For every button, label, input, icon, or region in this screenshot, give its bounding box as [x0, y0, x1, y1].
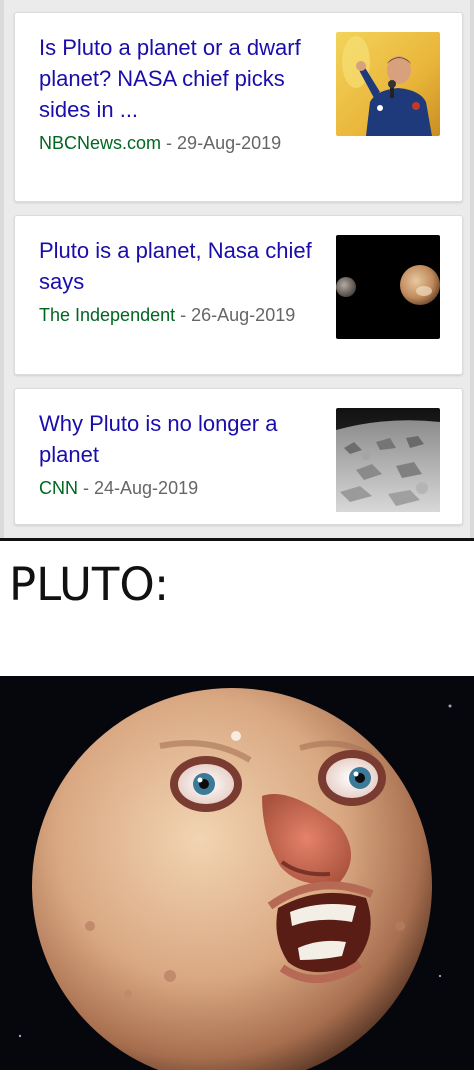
- meta-separator: -: [166, 133, 178, 153]
- news-date: 24-Aug-2019: [94, 478, 199, 498]
- news-title-link[interactable]: Pluto is a planet, Nasa chief says: [39, 235, 319, 297]
- panel-edge-left: [0, 0, 4, 538]
- news-title-link[interactable]: Is Pluto a planet or a dwarf planet? NAS…: [39, 32, 319, 125]
- news-source: CNN: [39, 478, 78, 498]
- news-results-panel: Is Pluto a planet or a dwarf planet? NAS…: [0, 0, 474, 538]
- meme-caption: PLUTO:: [9, 558, 170, 611]
- angry-moon-face-image: [0, 676, 474, 1075]
- news-date: 29-Aug-2019: [177, 133, 282, 153]
- news-thumbnail[interactable]: [336, 235, 440, 339]
- news-source: NBCNews.com: [39, 133, 162, 153]
- news-thumbnail[interactable]: [336, 408, 440, 512]
- news-card[interactable]: Pluto is a planet, Nasa chief says The I…: [14, 215, 463, 375]
- meta-separator: -: [180, 305, 192, 325]
- news-meta: The Independent - 26-Aug-2019: [39, 300, 309, 330]
- panel-edge-right: [470, 0, 474, 538]
- section-divider: [0, 538, 474, 541]
- meta-separator: -: [83, 478, 95, 498]
- news-title-link[interactable]: Why Pluto is no longer a planet: [39, 408, 319, 470]
- news-thumbnail[interactable]: [336, 32, 440, 136]
- news-card[interactable]: Why Pluto is no longer a planet CNN - 24…: [14, 388, 463, 525]
- news-meta: CNN - 24-Aug-2019: [39, 473, 309, 503]
- news-date: 26-Aug-2019: [191, 305, 296, 325]
- news-source: The Independent: [39, 305, 176, 325]
- news-meta: NBCNews.com - 29-Aug-2019: [39, 128, 309, 158]
- news-card[interactable]: Is Pluto a planet or a dwarf planet? NAS…: [14, 12, 463, 202]
